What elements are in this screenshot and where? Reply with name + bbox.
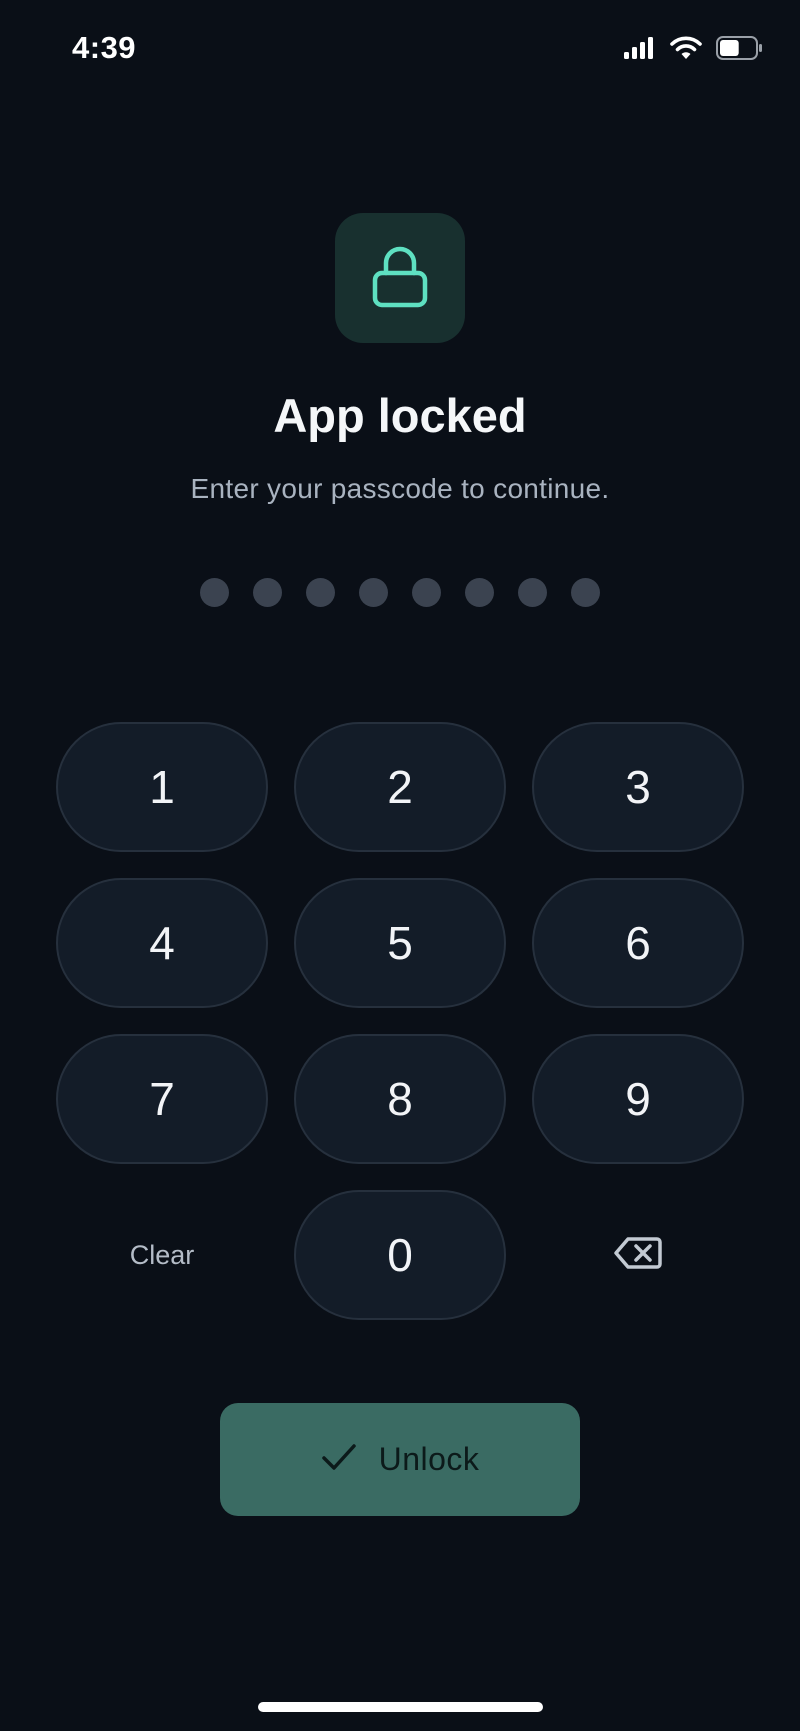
key-3[interactable]: 3: [532, 722, 744, 852]
passcode-dot: [200, 578, 229, 607]
signal-icon: [624, 37, 656, 64]
unlock-button[interactable]: Unlock: [220, 1403, 580, 1516]
status-bar: 4:39: [0, 0, 800, 100]
key-9[interactable]: 9: [532, 1034, 744, 1164]
status-time: 4:39: [72, 30, 137, 65]
key-1[interactable]: 1: [56, 722, 268, 852]
lock-icon: [370, 243, 430, 314]
key-0[interactable]: 0: [294, 1190, 506, 1320]
backspace-button[interactable]: [532, 1190, 744, 1320]
key-4[interactable]: 4: [56, 878, 268, 1008]
passcode-dot: [359, 578, 388, 607]
backspace-icon: [614, 1236, 662, 1275]
key-8[interactable]: 8: [294, 1034, 506, 1164]
clear-label: Clear: [129, 1239, 195, 1270]
page-title: App locked: [273, 389, 527, 442]
lock-tile: [335, 213, 465, 343]
passcode-dot: [306, 578, 335, 607]
home-indicator[interactable]: [258, 1702, 543, 1712]
passcode-dot: [571, 578, 600, 607]
key-7[interactable]: 7: [56, 1034, 268, 1164]
unlock-label: Unlock: [378, 1441, 480, 1477]
page-subtitle: Enter your passcode to continue.: [190, 473, 610, 504]
passcode-dot: [412, 578, 441, 607]
wifi-icon: [670, 36, 702, 65]
key-2[interactable]: 2: [294, 722, 506, 852]
keypad: 1 2 3 4 5 6 7 8 9 Clear 0: [56, 722, 744, 1320]
passcode-dot: [253, 578, 282, 607]
status-icons: [624, 36, 764, 65]
passcode-dot: [465, 578, 494, 607]
key-6[interactable]: 6: [532, 878, 744, 1008]
battery-icon: [716, 36, 764, 65]
checkmark-icon: [321, 1443, 357, 1476]
clear-button[interactable]: Clear: [56, 1190, 268, 1320]
passcode-dot: [518, 578, 547, 607]
passcode-dots: [0, 578, 800, 607]
key-5[interactable]: 5: [294, 878, 506, 1008]
